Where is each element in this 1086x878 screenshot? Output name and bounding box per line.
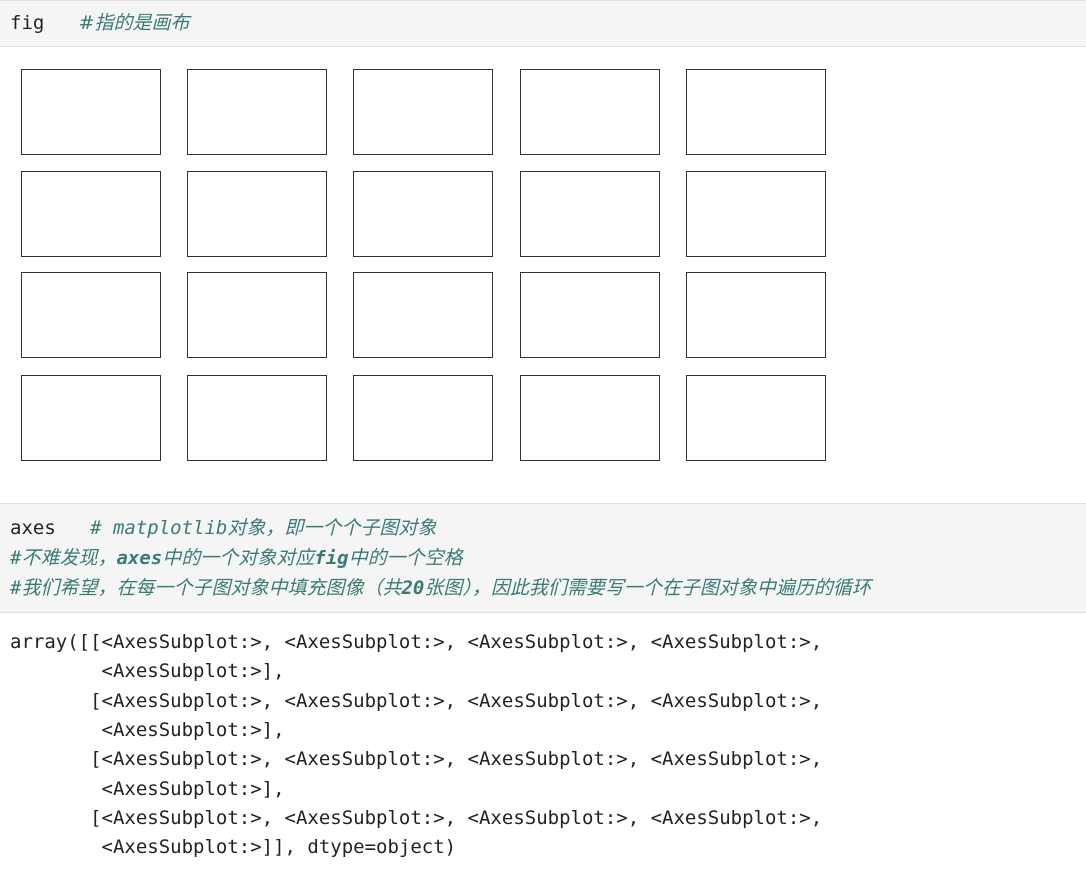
output-line: [<AxesSubplot:>, <AxesSubplot:>, <AxesSu… [10, 806, 823, 829]
code-line: axes # matplotlib对象，即一个个子图对象 [10, 515, 436, 541]
subplot-axes-r2-c3 [353, 171, 493, 257]
code-comment: #不难发现，axes中的一个对象对应fig中的一个空格 [10, 547, 463, 569]
output-line: <AxesSubplot:>]], dtype=object) [10, 836, 457, 859]
code-text: fig [10, 12, 79, 34]
code-line: #不难发现，axes中的一个对象对应fig中的一个空格 [10, 545, 463, 571]
comment-part: 20 [401, 577, 425, 599]
subplot-axes-r4-c2 [187, 375, 327, 461]
cell-output: array([[<AxesSubplot:>, <AxesSubplot:>, … [0, 628, 1086, 868]
subplot-axes-r3-c2 [187, 272, 327, 358]
output-line: [<AxesSubplot:>, <AxesSubplot:>, <AxesSu… [10, 689, 823, 712]
comment-part: 中的一个空格 [348, 547, 463, 569]
output-line: array([[<AxesSubplot:>, <AxesSubplot:>, … [10, 631, 823, 653]
subplot-axes-r2-c2 [187, 171, 327, 257]
subplot-axes-r2-c5 [686, 171, 826, 257]
code-cell-axes[interactable]: axes # matplotlib对象，即一个个子图对象 #不难发现，axes中… [0, 503, 1086, 613]
subplot-axes-r3-c1 [21, 272, 161, 358]
code-comment: # matplotlib对象，即一个个子图对象 [90, 517, 436, 539]
subplot-axes-r1-c3 [353, 69, 493, 155]
subplot-axes-r2-c1 [21, 171, 161, 257]
code-comment: #指的是画布 [78, 12, 190, 34]
subplot-axes-r1-c1 [21, 69, 161, 155]
code-comment: #我们希望，在每一个子图对象中填充图像（共20张图），因此我们需要写一个在子图对… [10, 577, 871, 599]
comment-part: 对象，即一个个子图对象 [227, 517, 437, 539]
code-line: fig #指的是画布 [10, 10, 190, 36]
comment-part: # matplotlib [90, 517, 228, 539]
subplot-axes-r4-c1 [21, 375, 161, 461]
comment-part: 我们希望，在每一个子图对象中填充图像（共 [21, 577, 402, 599]
comment-part: 不难发现， [21, 547, 117, 569]
subplot-axes-r1-c4 [520, 69, 660, 155]
output-line: <AxesSubplot:>], [10, 660, 285, 683]
output-line: <AxesSubplot:>], [10, 777, 285, 800]
comment-part: axes [116, 547, 163, 569]
subplot-axes-r3-c5 [686, 272, 826, 358]
comment-part: fig [314, 547, 349, 569]
comment-part: # [10, 547, 22, 569]
comment-part: # [10, 577, 22, 599]
comment-part: 张图），因此我们需要写一个在子图对象中遍历的循环 [424, 577, 871, 599]
subplot-axes-r4-c4 [520, 375, 660, 461]
subplot-axes-r1-c5 [686, 69, 826, 155]
code-line: #我们希望，在每一个子图对象中填充图像（共20张图），因此我们需要写一个在子图对… [10, 575, 871, 601]
subplot-axes-r4-c3 [353, 375, 493, 461]
output-line: <AxesSubplot:>], [10, 718, 285, 741]
code-text: axes [10, 517, 91, 539]
subplot-axes-r4-c5 [686, 375, 826, 461]
output-line: [<AxesSubplot:>, <AxesSubplot:>, <AxesSu… [10, 748, 823, 771]
subplot-axes-r1-c2 [187, 69, 327, 155]
subplot-axes-r2-c4 [520, 171, 660, 257]
subplot-figure [0, 47, 1086, 503]
comment-part: 中的一个对象对应 [162, 547, 315, 569]
code-cell-fig[interactable]: fig #指的是画布 [0, 0, 1086, 47]
subplot-axes-r3-c4 [520, 272, 660, 358]
subplot-axes-r3-c3 [353, 272, 493, 358]
